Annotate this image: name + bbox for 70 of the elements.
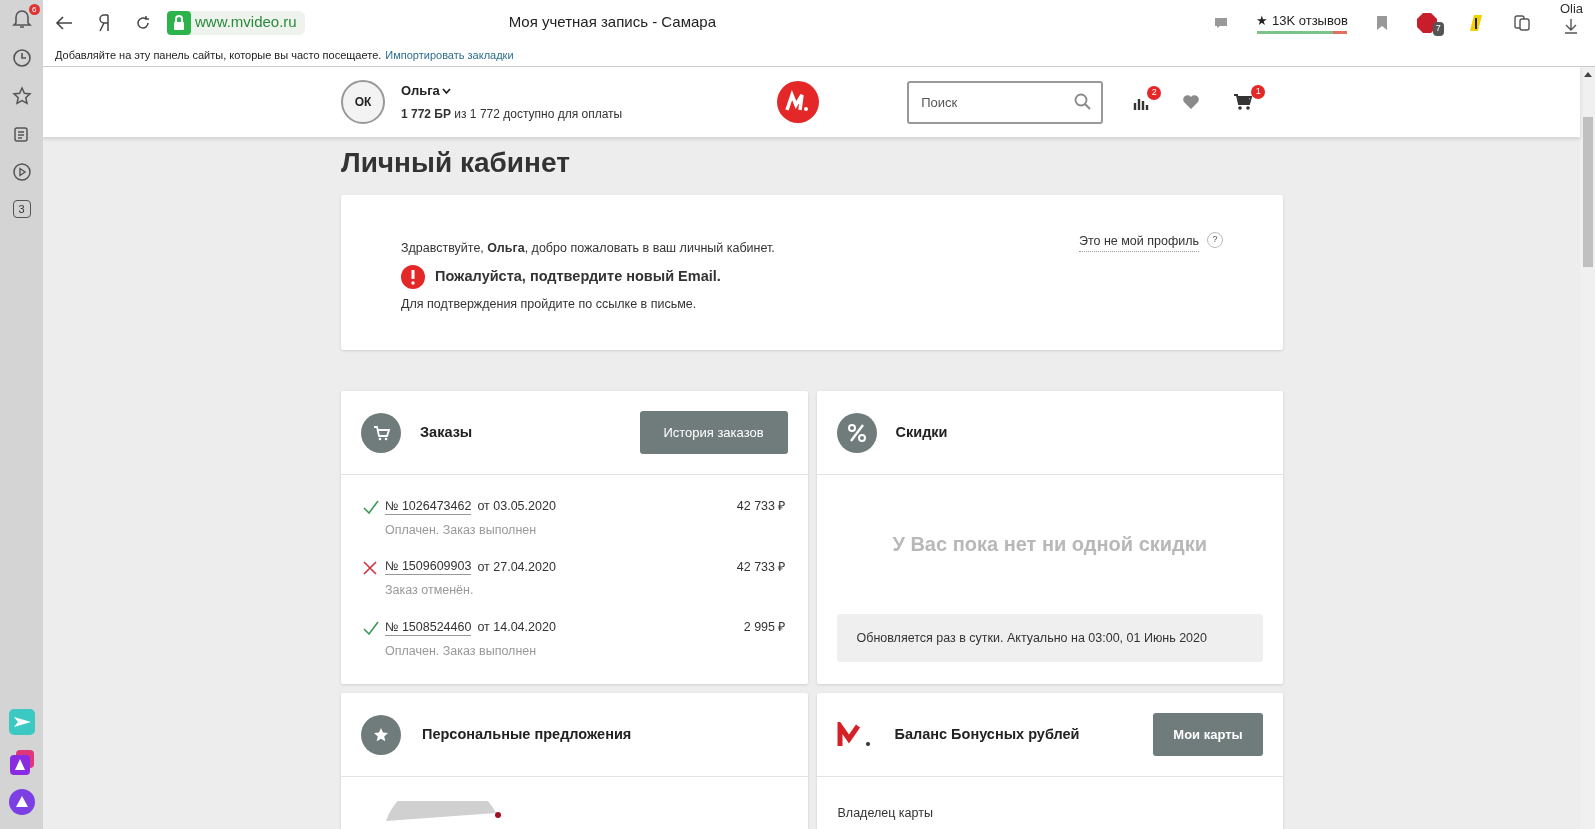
reviews-button[interactable]: ★ 13K отзывов [1256, 11, 1348, 34]
heart-icon[interactable] [1182, 94, 1201, 110]
greeting-text: Здравствуйте, Ольга, добро пожаловать в ваш личный кабинет. [401, 240, 776, 257]
play-icon[interactable] [11, 162, 32, 182]
bonus-balance: 1 772 БР из 1 772 доступно для оплаты [401, 105, 623, 123]
back-icon[interactable] [55, 14, 73, 31]
scrollbar-thumb[interactable] [1582, 117, 1593, 267]
order-status: Оплачен. Заказ выполнен [385, 521, 538, 539]
scroll-up-icon[interactable] [1583, 71, 1592, 77]
reload-icon[interactable] [135, 14, 151, 31]
bonus-title: Баланс Бонусных рублей [894, 724, 1080, 744]
extension-icon[interactable] [1467, 12, 1484, 33]
search-icon[interactable] [1074, 92, 1092, 110]
adblock-badge: 7 [1432, 22, 1444, 36]
order-status: Оплачен. Заказ выполнен [385, 642, 538, 660]
not-my-profile-link[interactable]: Это не мой профиль [1078, 232, 1199, 252]
bookmarks-hint: Добавляйте на эту панель сайты, которые вы часто посещаете. [55, 48, 382, 64]
offers-title: Персональные предложения [422, 724, 632, 744]
chevron-down-icon [441, 87, 451, 95]
profile-name[interactable]: Olia [1559, 0, 1583, 19]
order-status: Заказ отменён. [385, 582, 475, 600]
app-icon[interactable] [8, 749, 35, 775]
order-price: 42 733 ₽ [736, 558, 786, 576]
order-price: 2 995 ₽ [743, 619, 786, 636]
compare-badge: 2 [1147, 86, 1162, 100]
import-bookmarks-link[interactable]: Импортировать закладки [385, 47, 514, 64]
cart-icon[interactable] [1233, 93, 1254, 111]
tab-title: Моя учетная запись - Самара [508, 12, 716, 33]
empty-message: У Вас пока нет ни одной скидки [892, 532, 1208, 557]
check-icon [363, 621, 379, 635]
cart-badge: 1 [1251, 85, 1266, 99]
order-number-link[interactable]: № 1508524460 [385, 618, 472, 636]
notifications-icon[interactable] [11, 8, 32, 30]
page-heading: Личный кабинет [341, 146, 571, 180]
store-logo[interactable] [777, 81, 820, 123]
comment-icon[interactable] [1214, 16, 1229, 29]
discounts-title: Скидки [895, 422, 948, 442]
notification-badge: 6 [29, 4, 40, 15]
order-price: 42 733 ₽ [736, 498, 786, 515]
confirmation-note: Для подтверждения пройдите по ссылке в письме. [401, 295, 698, 313]
my-cards-button[interactable]: Мои карты [1153, 713, 1263, 756]
history-icon[interactable] [11, 48, 32, 68]
user-avatar[interactable]: ОК [341, 80, 385, 124]
collections-icon[interactable] [1511, 12, 1532, 33]
update-notice: Обновляется раз в сутки. Актуально на 03:00, 01 Июнь 2020 [836, 614, 1263, 662]
orders-title: Заказы [420, 422, 473, 442]
percent-icon [836, 412, 877, 453]
star-icon[interactable] [11, 86, 32, 106]
order-number-link[interactable]: № 1509609903 [385, 558, 472, 576]
order-number-link[interactable]: № 1026473462 [385, 497, 472, 515]
user-menu[interactable]: Ольга [401, 81, 623, 101]
tab-counter[interactable]: 3 [12, 200, 31, 218]
order-date: от 14.04.2020 [477, 619, 556, 636]
check-icon [363, 500, 379, 514]
lock-icon [167, 10, 191, 35]
order-date: от 03.05.2020 [477, 498, 556, 515]
email-alert-text: Пожалуйста, подтвердите новый Email. [435, 266, 721, 286]
cross-icon [363, 560, 377, 575]
warning-icon [401, 264, 425, 289]
address-bar[interactable]: www.mvideo.ru [167, 10, 305, 35]
store-logo [836, 721, 873, 748]
card-owner-label: Владелец карты [837, 805, 934, 822]
order-history-button[interactable]: История заказов [639, 411, 788, 454]
yandex-icon[interactable] [97, 13, 111, 32]
download-icon[interactable] [1564, 18, 1579, 35]
bookmark-icon[interactable] [1375, 15, 1388, 30]
search-field[interactable]: Поиск [907, 80, 1104, 124]
assistant-icon[interactable] [8, 789, 35, 815]
cart-icon [361, 412, 401, 453]
order-date: от 27.04.2020 [477, 558, 556, 576]
